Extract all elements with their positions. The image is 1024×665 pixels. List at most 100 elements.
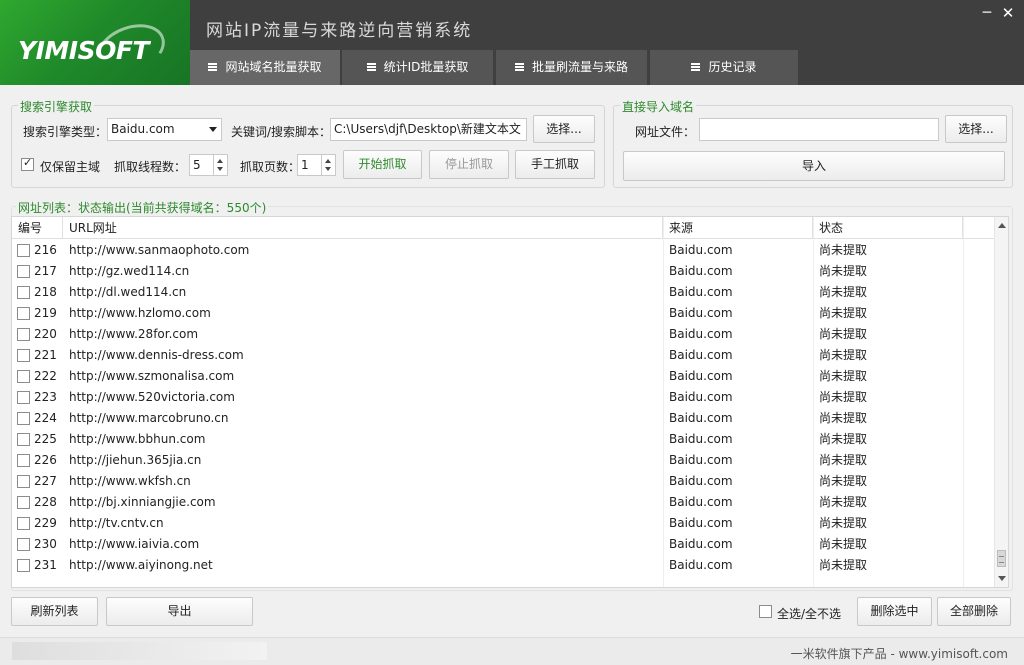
row-id: 231 xyxy=(34,558,57,572)
row-checkbox[interactable] xyxy=(17,265,30,278)
row-checkbox[interactable] xyxy=(17,538,30,551)
row-id: 223 xyxy=(34,390,57,404)
table-row[interactable]: 226 http://jiehun.365jia.cn Baidu.com 尚未提取 xyxy=(12,450,996,471)
status-progress-area xyxy=(12,642,267,660)
table-header: 编号 URL网址 来源 状态 xyxy=(12,217,996,239)
main-domain-checkbox[interactable] xyxy=(21,156,34,171)
table-row[interactable]: 216 http://www.sanmaophoto.com Baidu.com 尚未… xyxy=(12,240,996,261)
row-checkbox[interactable] xyxy=(17,349,30,362)
start-fetch-button[interactable]: 开始抓取 xyxy=(343,150,422,179)
row-checkbox[interactable] xyxy=(17,391,30,404)
row-source: Baidu.com xyxy=(669,432,733,446)
manual-fetch-button[interactable]: 手工抓取 xyxy=(515,150,595,179)
column-header-source[interactable]: 来源 xyxy=(663,217,813,239)
scroll-up-icon[interactable] xyxy=(998,223,1006,228)
pages-stepper[interactable]: 1 xyxy=(297,154,336,176)
spin-down-icon[interactable] xyxy=(325,167,331,171)
url-file-input[interactable] xyxy=(699,118,939,141)
table-row[interactable]: 229 http://tv.cntv.cn Baidu.com 尚未提取 xyxy=(12,513,996,534)
table-row[interactable]: 218 http://dl.wed114.cn Baidu.com 尚未提取 xyxy=(12,282,996,303)
row-checkbox[interactable] xyxy=(17,559,30,572)
table-row[interactable]: 231 http://www.aiyinong.net Baidu.com 尚未提取 xyxy=(12,555,996,576)
row-source: Baidu.com xyxy=(669,558,733,572)
menu-lines-icon xyxy=(208,62,218,71)
row-status: 尚未提取 xyxy=(819,432,868,446)
row-status: 尚未提取 xyxy=(819,474,868,488)
export-button[interactable]: 导出 xyxy=(106,597,253,626)
row-checkbox[interactable] xyxy=(17,412,30,425)
table-row[interactable]: 221 http://www.dennis-dress.com Baidu.com 尚… xyxy=(12,345,996,366)
select-all-checkbox[interactable] xyxy=(759,605,772,618)
scroll-thumb[interactable] xyxy=(997,550,1006,567)
table-row[interactable]: 228 http://bj.xinniangjie.com Baidu.com 尚未提… xyxy=(12,492,996,513)
row-checkbox[interactable] xyxy=(17,475,30,488)
tab-domain-batch[interactable]: 网站域名批量获取 xyxy=(190,50,340,85)
engine-select[interactable]: Baidu.com xyxy=(107,118,222,141)
row-checkbox[interactable] xyxy=(17,244,30,257)
chevron-down-icon xyxy=(209,127,217,132)
threads-spin-buttons[interactable] xyxy=(213,155,227,175)
pages-spin-buttons[interactable] xyxy=(321,155,335,175)
column-divider xyxy=(963,217,964,587)
row-checkbox[interactable] xyxy=(17,433,30,446)
minimize-icon[interactable]: ─ xyxy=(977,4,997,22)
row-id: 217 xyxy=(34,264,57,278)
tab-traffic-batch[interactable]: 批量刷流量与来路 xyxy=(496,50,647,85)
column-header-id[interactable]: 编号 xyxy=(12,217,63,239)
row-url: http://bj.xinniangjie.com xyxy=(69,495,216,509)
row-status: 尚未提取 xyxy=(819,537,868,551)
column-header-status[interactable]: 状态 xyxy=(813,217,963,239)
table-row[interactable]: 225 http://www.bbhun.com Baidu.com 尚未提取 xyxy=(12,429,996,450)
row-status: 尚未提取 xyxy=(819,495,868,509)
url-file-label: 网址文件： xyxy=(635,125,696,139)
row-status: 尚未提取 xyxy=(819,327,868,341)
spin-up-icon[interactable] xyxy=(325,159,331,163)
row-checkbox[interactable] xyxy=(17,286,30,299)
url-file-choose-button[interactable]: 选择... xyxy=(945,115,1007,143)
row-checkbox[interactable] xyxy=(17,496,30,509)
row-id: 220 xyxy=(34,327,57,341)
engine-type-label: 搜索引擎类型： xyxy=(23,125,108,139)
delete-selected-button[interactable]: 删除选中 xyxy=(857,597,932,626)
table-row[interactable]: 224 http://www.marcobruno.cn Baidu.com 尚未提取 xyxy=(12,408,996,429)
scroll-down-icon[interactable] xyxy=(998,576,1006,581)
table-scrollbar[interactable] xyxy=(994,217,1008,587)
row-checkbox[interactable] xyxy=(17,328,30,341)
keyword-file-input[interactable]: C:\Users\djf\Desktop\新建文本文 xyxy=(330,118,527,141)
row-checkbox[interactable] xyxy=(17,307,30,320)
table-row[interactable]: 219 http://www.hzlomo.com Baidu.com 尚未提取 xyxy=(12,303,996,324)
row-id: 225 xyxy=(34,432,57,446)
tab-label: 批量刷流量与来路 xyxy=(531,60,628,74)
spin-up-icon[interactable] xyxy=(217,159,223,163)
stop-fetch-button[interactable]: 停止抓取 xyxy=(429,150,509,179)
row-checkbox[interactable] xyxy=(17,454,30,467)
table-row[interactable]: 217 http://gz.wed114.cn Baidu.com 尚未提取 xyxy=(12,261,996,282)
import-button[interactable]: 导入 xyxy=(623,151,1005,181)
row-source: Baidu.com xyxy=(669,474,733,488)
table-row[interactable]: 230 http://www.iaivia.com Baidu.com 尚未提取 xyxy=(12,534,996,555)
close-icon[interactable]: ✕ xyxy=(998,4,1018,22)
tab-history[interactable]: 历史记录 xyxy=(650,50,798,85)
row-id: 224 xyxy=(34,411,57,425)
table-row[interactable]: 222 http://www.szmonalisa.com Baidu.com 尚未提… xyxy=(12,366,996,387)
main-domain-label: 仅保留主域 xyxy=(40,160,101,174)
column-header-url[interactable]: URL网址 xyxy=(63,217,663,239)
row-url: http://dl.wed114.cn xyxy=(69,285,187,299)
row-checkbox[interactable] xyxy=(17,370,30,383)
table-row[interactable]: 220 http://www.28for.com Baidu.com 尚未提取 xyxy=(12,324,996,345)
spin-down-icon[interactable] xyxy=(217,167,223,171)
row-checkbox[interactable] xyxy=(17,517,30,530)
menu-lines-icon xyxy=(514,62,524,71)
status-bar: 一米软件旗下产品 - www.yimisoft.com xyxy=(0,637,1024,665)
tab-stat-id-batch[interactable]: 统计ID批量获取 xyxy=(342,50,493,85)
table-row[interactable]: 223 http://www.520victoria.com Baidu.com 尚未… xyxy=(12,387,996,408)
refresh-list-button[interactable]: 刷新列表 xyxy=(11,597,98,626)
row-id: 218 xyxy=(34,285,57,299)
yimisoft-logo: YIMISOFT xyxy=(0,0,190,85)
threads-stepper[interactable]: 5 xyxy=(189,154,228,176)
footer-text: 一米软件旗下产品 - www.yimisoft.com xyxy=(790,647,1008,661)
engine-select-value: Baidu.com xyxy=(111,122,175,136)
keyword-choose-button[interactable]: 选择... xyxy=(533,115,595,143)
delete-all-button[interactable]: 全部删除 xyxy=(937,597,1011,626)
table-row[interactable]: 227 http://www.wkfsh.cn Baidu.com 尚未提取 xyxy=(12,471,996,492)
